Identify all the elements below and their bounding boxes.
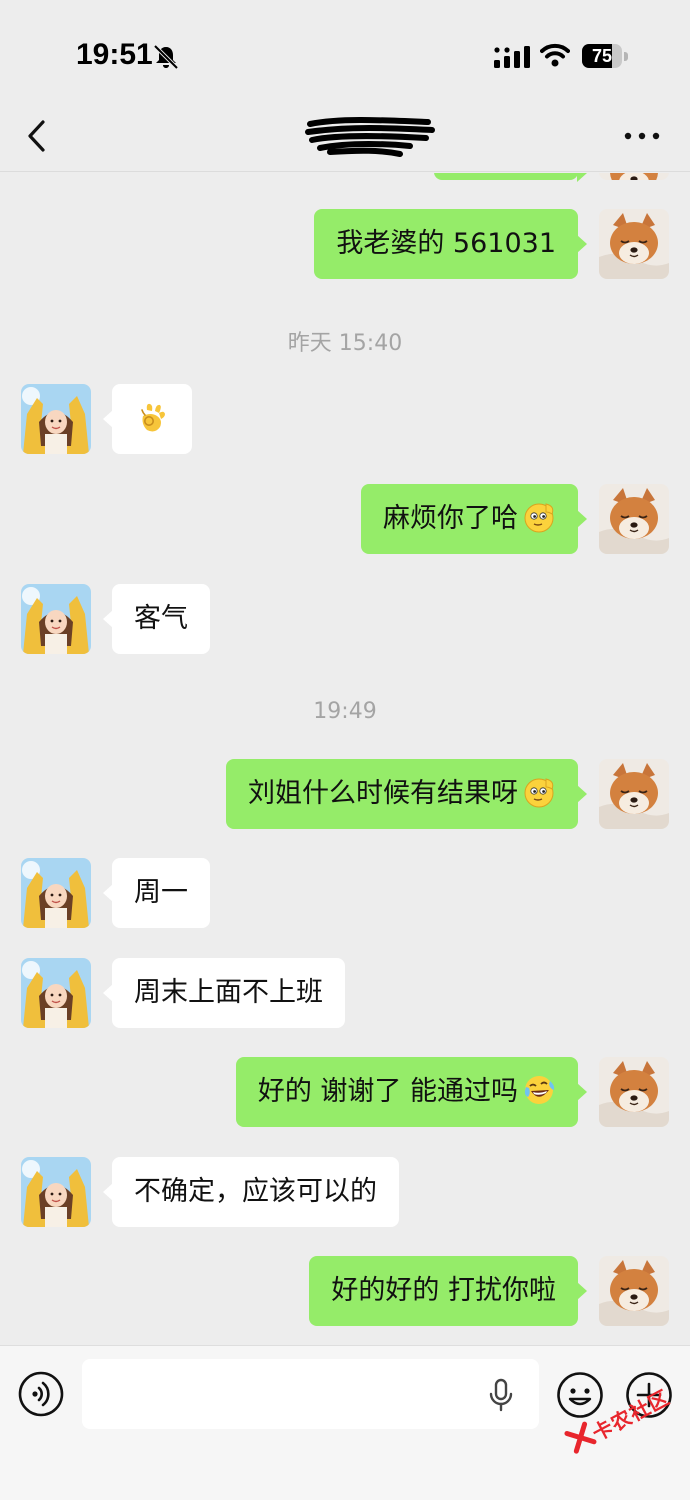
- voice-mode-icon[interactable]: [18, 1371, 64, 1417]
- message-timestamp: 19:49: [313, 699, 377, 724]
- cellular-signal-icon: [494, 46, 530, 68]
- message-bubble-sent[interactable]: 好的 谢谢了 能通过吗: [235, 1057, 588, 1127]
- microphone-icon[interactable]: [488, 1378, 514, 1412]
- avatar-self[interactable]: [599, 173, 669, 180]
- message-text: 客气: [134, 603, 188, 634]
- message-text: 好的好的 打扰你啦: [331, 1275, 556, 1306]
- message-bubble-received[interactable]: 周末上面不上班: [103, 958, 345, 1028]
- avatar-contact[interactable]: [21, 384, 91, 454]
- message-bubble-received[interactable]: 不确定，应该可以的: [103, 1157, 399, 1227]
- laugh-cry-emoji-icon: [522, 1073, 556, 1107]
- chat-header: [0, 100, 690, 172]
- salute-emoji-icon: [522, 500, 556, 534]
- watermark-text: 卡农社区: [588, 1385, 674, 1446]
- more-options-icon[interactable]: [622, 126, 662, 146]
- message-text: 刘姐什么时候有结果呀: [248, 778, 518, 809]
- bell-muted-icon: [153, 44, 179, 70]
- avatar-self[interactable]: [599, 1057, 669, 1127]
- message-input[interactable]: [82, 1359, 539, 1429]
- status-time: 19:51: [76, 38, 153, 71]
- avatar-self[interactable]: [599, 1256, 669, 1326]
- message-bubble-sent[interactable]: [434, 173, 587, 182]
- message-text: 麻烦你了哈: [383, 503, 518, 534]
- redacted-contact-name: [305, 117, 435, 157]
- avatar-contact[interactable]: [21, 858, 91, 928]
- battery-level: 75: [591, 46, 613, 66]
- message-text: 好的 谢谢了 能通过吗: [257, 1076, 518, 1107]
- message-text: 周一: [134, 877, 188, 908]
- back-arrow-icon[interactable]: [22, 116, 52, 156]
- avatar-contact[interactable]: [21, 958, 91, 1028]
- message-bubble-sent[interactable]: 麻烦你了哈: [361, 484, 587, 554]
- message-bubble-sent[interactable]: 好的好的 打扰你啦: [309, 1256, 587, 1326]
- salute-emoji-icon: [522, 775, 556, 809]
- message-bubble-received[interactable]: 客气: [103, 584, 210, 654]
- wifi-icon: [540, 43, 570, 67]
- chat-message-list[interactable]: 我老婆的 561031 昨天 15:40 麻烦你了哈 客气 19:49 刘姐什么…: [0, 173, 690, 1345]
- message-bubble-received[interactable]: 周一: [103, 858, 210, 928]
- status-bar: 19:51 75: [0, 0, 690, 100]
- battery-indicator: 75: [582, 44, 628, 68]
- avatar-self[interactable]: [599, 759, 669, 829]
- avatar-self[interactable]: [599, 209, 669, 279]
- message-text: 我老婆的 561031: [336, 228, 556, 259]
- message-bubble-sent[interactable]: 刘姐什么时候有结果呀: [226, 759, 587, 829]
- message-text: 不确定，应该可以的: [134, 1176, 377, 1207]
- message-text: 周末上面不上班: [134, 977, 323, 1008]
- message-timestamp: 昨天 15:40: [287, 331, 403, 356]
- avatar-self[interactable]: [599, 484, 669, 554]
- avatar-contact[interactable]: [21, 584, 91, 654]
- avatar-contact[interactable]: [21, 1157, 91, 1227]
- message-bubble-sent[interactable]: 我老婆的 561031: [314, 209, 587, 279]
- message-bubble-received[interactable]: [103, 384, 192, 454]
- ok-hand-emoji-icon: [135, 400, 169, 434]
